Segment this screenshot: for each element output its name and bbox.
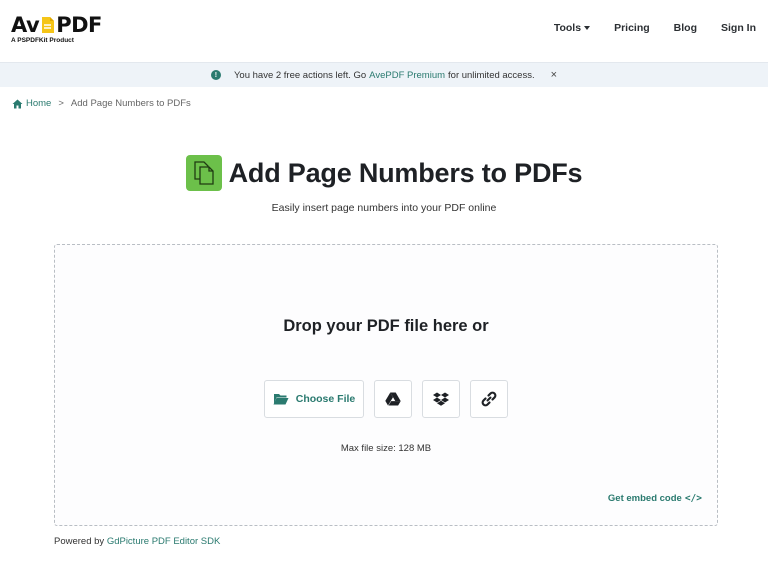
upload-options: Choose File [264, 380, 508, 418]
nav-pricing[interactable]: Pricing [614, 22, 650, 34]
logo-text-part1: Av [11, 13, 40, 37]
logo[interactable]: Av PDF A PSPDFKit Product [11, 13, 102, 48]
notice-text-after: for unlimited access. [448, 69, 535, 81]
link-icon [481, 391, 497, 407]
logo-wordmark: Av PDF [11, 13, 102, 37]
breadcrumb-current: Add Page Numbers to PDFs [70, 98, 191, 109]
page-subtitle: Easily insert page numbers into your PDF… [271, 202, 497, 214]
logo-tagline: A PSPDFKit Product [11, 37, 74, 44]
logo-mark-icon [40, 16, 55, 34]
powered-by: Powered by GdPicture PDF Editor SDK [54, 536, 220, 547]
info-icon: ! [210, 70, 221, 80]
folder-open-icon [273, 394, 289, 405]
premium-link[interactable]: AvePDF Premium [369, 70, 445, 81]
embed-label: Get embed code [607, 493, 682, 504]
google-drive-button[interactable] [374, 380, 412, 418]
close-icon[interactable]: × [551, 69, 557, 81]
powered-prefix: Powered by [54, 536, 105, 547]
nav-tools[interactable]: Tools [553, 22, 591, 34]
breadcrumb-home[interactable]: Home [12, 98, 51, 109]
breadcrumb: Home > Add Page Numbers to PDFs [12, 98, 191, 109]
nav-blog[interactable]: Blog [674, 22, 697, 34]
caret-down-icon [584, 26, 591, 30]
nav-tools-label: Tools [553, 22, 582, 34]
max-file-size: Max file size: 128 MB [340, 443, 432, 454]
header: Av PDF A PSPDFKit Product Tools Pricing … [0, 0, 768, 62]
page-title: Add Page Numbers to PDFs [228, 157, 583, 188]
url-link-button[interactable] [470, 380, 508, 418]
code-icon: </> [684, 493, 702, 504]
free-actions-notice: ! You have 2 free actions left. Go AvePD… [0, 62, 768, 87]
dropbox-button[interactable] [422, 380, 460, 418]
logo-text-part2: PDF [56, 13, 102, 37]
breadcrumb-separator: > [58, 98, 64, 109]
breadcrumb-home-label: Home [26, 98, 52, 109]
choose-file-button[interactable]: Choose File [264, 380, 364, 418]
notice-text-before: You have 2 free actions left. Go [233, 69, 367, 81]
gdpicture-link[interactable]: GdPicture PDF Editor SDK [107, 536, 221, 547]
dropbox-icon [433, 392, 449, 406]
title-row: Add Page Numbers to PDFs [0, 155, 768, 191]
choose-file-label: Choose File [295, 393, 356, 405]
nav-sign-in[interactable]: Sign In [721, 22, 756, 34]
get-embed-code-link[interactable]: Get embed code </> [608, 493, 702, 504]
main-nav: Tools Pricing Blog Sign In [530, 22, 756, 34]
google-drive-icon [385, 392, 401, 406]
drop-heading: Drop your PDF file here or [283, 317, 489, 335]
home-icon [12, 99, 23, 108]
files-icon [185, 155, 222, 191]
file-drop-zone[interactable]: Drop your PDF file here or Choose File M… [54, 244, 718, 526]
